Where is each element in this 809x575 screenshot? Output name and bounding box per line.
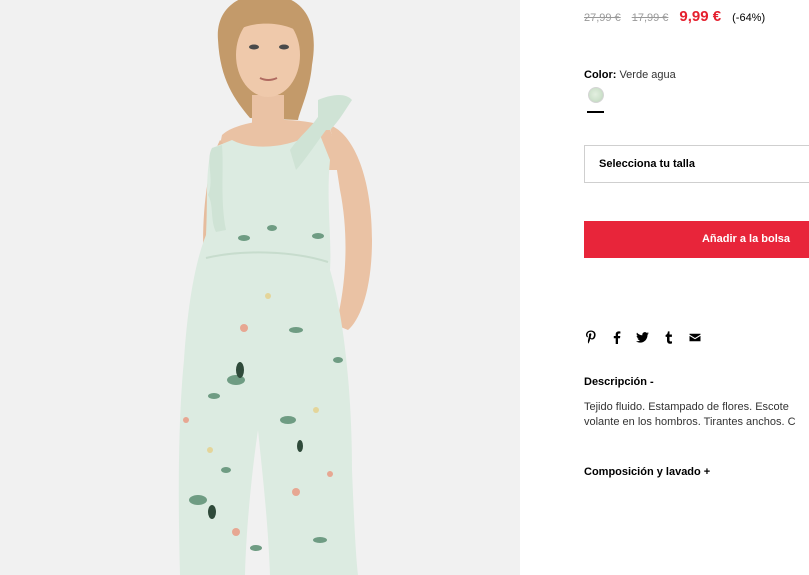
pinterest-icon[interactable] [584, 330, 597, 344]
color-swatch-verde-agua[interactable] [588, 87, 604, 103]
color-value: Verde agua [619, 69, 676, 81]
description-toggle[interactable]: Descripción - [584, 376, 654, 388]
facebook-icon[interactable] [610, 330, 623, 344]
size-select[interactable]: Selecciona tu talla [584, 145, 809, 183]
composition-toggle[interactable]: Composición y lavado + [584, 466, 710, 478]
selected-swatch-indicator [587, 111, 604, 113]
old-price-previous: 17,99 € [631, 12, 669, 24]
add-to-bag-button[interactable]: Añadir a la bolsa [584, 221, 809, 258]
color-label: Color: [584, 69, 617, 81]
old-price-original: 27,99 € [584, 12, 621, 24]
twitter-icon[interactable] [636, 330, 649, 344]
add-to-bag-label: Añadir a la bolsa [701, 233, 791, 245]
product-photo [0, 0, 520, 575]
product-details: 27,99 € 17,99 € 9,99 € (-64%) Color: Ver… [584, 0, 809, 575]
price-row: 27,99 € 17,99 € 9,99 € (-64%) [584, 8, 765, 25]
share-icons [584, 330, 714, 344]
size-select-placeholder: Selecciona tu talla [599, 158, 695, 170]
email-icon[interactable] [688, 330, 701, 344]
product-image[interactable] [0, 0, 520, 575]
description-line: volante en los hombros. Tirantes anchos.… [584, 416, 796, 428]
color-info: Color: Verde agua [584, 69, 676, 81]
discount-badge: (-64%) [732, 12, 766, 24]
description-line: Tejido fluido. Estampado de flores. Esco… [584, 401, 789, 413]
current-price: 9,99 € [679, 8, 722, 25]
description-text: Tejido fluido. Estampado de flores. Esco… [584, 400, 809, 430]
tumblr-icon[interactable] [662, 330, 675, 344]
